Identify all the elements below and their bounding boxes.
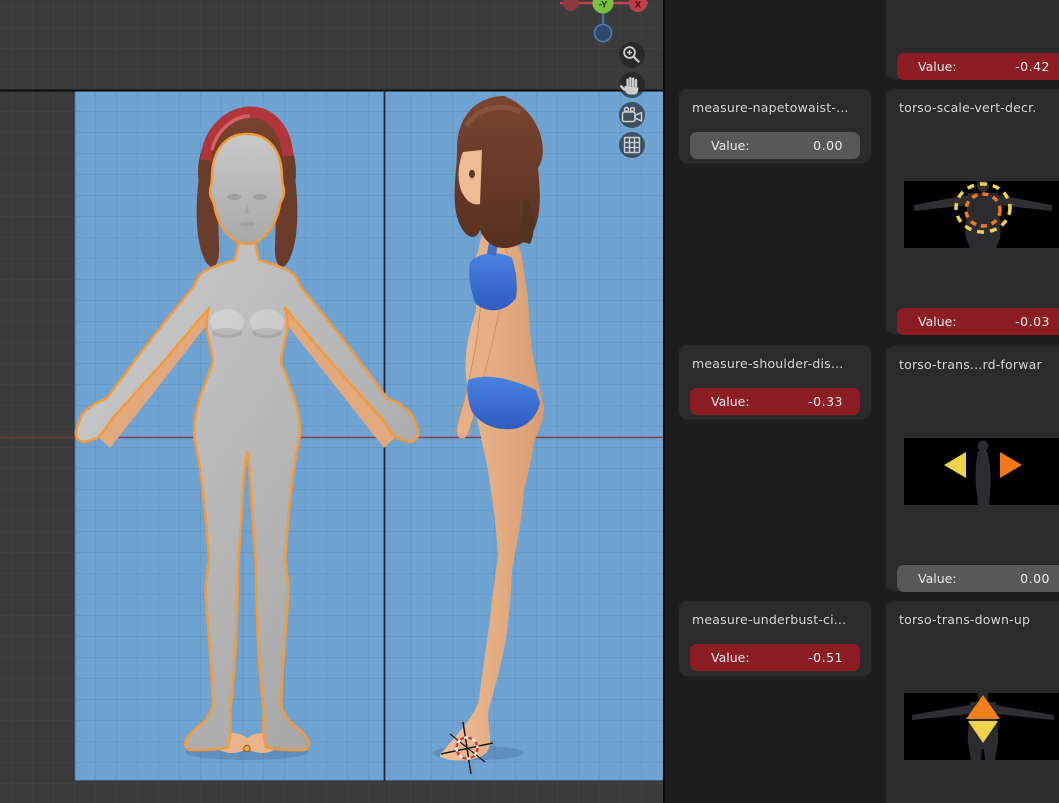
translate-back-forward-thumbnail [904, 438, 1059, 505]
gizmo-axis-z[interactable] [593, 23, 613, 43]
param-card-torso-scale-vert: torso-scale-vert-decr. Value: -0.03 [885, 88, 1059, 335]
gizmo-label-x: X [635, 1, 642, 11]
param-card-torso-trans-down-up: torso-trans-down-up [885, 600, 1059, 803]
model-head [208, 132, 286, 246]
value-slider[interactable]: Value: -0.42 [897, 53, 1059, 80]
value-number: 0.00 [1020, 571, 1050, 586]
value-slider[interactable]: Value: 0.00 [897, 565, 1059, 592]
param-title: measure-shoulder-dis... [692, 356, 844, 371]
object-origin-dot [243, 744, 251, 753]
param-card-measure-underbust: measure-underbust-ci... Value: -0.51 [678, 600, 872, 677]
value-number: -0.33 [808, 394, 843, 409]
param-card-measure-shoulder: measure-shoulder-dis... Value: -0.33 [678, 344, 872, 420]
grid-ortho-icon[interactable] [619, 132, 645, 158]
gizmo-label-neg-y: -Y [599, 1, 608, 11]
param-card-measure-napetowaist: measure-napetowaist-... Value: 0.00 [678, 88, 872, 164]
pan-hand-icon[interactable] [619, 72, 645, 98]
camera-view-icon[interactable] [619, 102, 645, 128]
translate-down-up-thumbnail [904, 693, 1059, 760]
param-title: torso-trans-down-up [899, 612, 1031, 627]
value-label: Value: [711, 138, 750, 153]
side-bra [469, 253, 517, 311]
param-title: measure-underbust-ci... [692, 612, 847, 627]
value-label: Value: [711, 394, 750, 409]
viewport-3d[interactable]: -Y X [0, 0, 665, 803]
side-eye [469, 169, 475, 179]
value-number: 0.00 [813, 138, 843, 153]
param-title: torso-scale-vert-decr. [899, 100, 1037, 115]
value-number: -0.51 [808, 650, 843, 665]
value-label: Value: [918, 571, 957, 586]
param-card-partial-top: Value: -0.42 [885, 0, 1059, 80]
param-title: torso-trans...rd-forwar [899, 357, 1042, 372]
value-slider[interactable]: Value: -0.51 [690, 644, 860, 671]
param-title: measure-napetowaist-... [692, 100, 849, 115]
blender-window: -Y X measure-napetowaist-... Value: 0.00… [0, 0, 1059, 803]
value-label: Value: [918, 59, 957, 74]
param-card-torso-trans-forward: torso-trans...rd-forwar Value: 0.00 [885, 345, 1059, 592]
value-slider[interactable]: Value: 0.00 [690, 132, 860, 159]
value-number: -0.03 [1015, 314, 1050, 329]
scale-circles-thumbnail [904, 181, 1059, 248]
value-label: Value: [711, 650, 750, 665]
value-slider[interactable]: Value: -0.03 [897, 308, 1059, 335]
value-slider[interactable]: Value: -0.33 [690, 388, 860, 415]
value-number: -0.42 [1015, 59, 1050, 74]
zoom-in-icon[interactable] [619, 42, 645, 68]
value-label: Value: [918, 314, 957, 329]
morph-properties-panel: measure-napetowaist-... Value: 0.00 meas… [665, 0, 1059, 803]
